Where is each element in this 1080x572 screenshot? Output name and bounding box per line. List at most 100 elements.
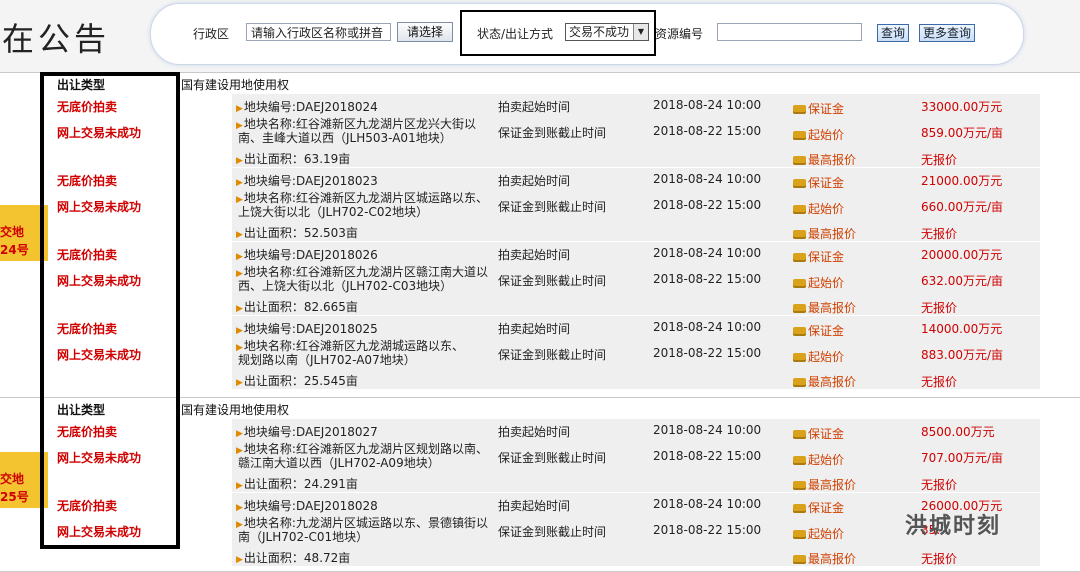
coin-icon xyxy=(793,230,806,239)
deposit-label-text: 保证金 xyxy=(808,324,845,338)
deposit-label-text: 保证金 xyxy=(808,501,845,515)
plot-name-line1: 地块名称:红谷滩新区九龙湖城运路以东、 xyxy=(243,339,464,353)
type-column-highlight-box xyxy=(40,72,180,549)
coin-icon xyxy=(793,378,806,387)
deposit-label: 保证金 xyxy=(793,425,844,442)
start-time-label: 拍卖起始时间 xyxy=(498,322,571,336)
plot-code-text: 地块编号:DAEJ2018024 xyxy=(243,100,378,114)
arrow-icon: ▶ xyxy=(236,178,243,188)
status-select[interactable]: 交易不成功 ▼ xyxy=(565,23,649,41)
plot-name-line2: 赣江南大道以西（JLH702-A09地块） xyxy=(238,456,440,470)
deadline-time: 2018-08-22 15:00 xyxy=(653,523,762,537)
start-time: 2018-08-24 10:00 xyxy=(653,172,762,186)
start-time-label: 拍卖起始时间 xyxy=(498,248,571,262)
row-divider xyxy=(232,389,1040,390)
plot-name-line1: 地块名称:红谷滩新区九龙湖片区城运路以东、 xyxy=(243,191,488,205)
plot-name-line2: 南、圭峰大道以西（JLH503-A01地块） xyxy=(238,131,452,145)
deposit-label: 保证金 xyxy=(793,499,844,516)
plot-name[interactable]: ▶地块名称:红谷滩新区九龙湖片区龙兴大街以 南、圭峰大道以西（JLH503-A01… xyxy=(236,118,476,144)
start-time: 2018-08-24 10:00 xyxy=(653,98,762,112)
max-bid-label-text: 最高报价 xyxy=(808,552,857,566)
deadline-label: 保证金到账截止时间 xyxy=(498,126,607,140)
deadline-time: 2018-08-22 15:00 xyxy=(653,346,762,360)
coin-icon xyxy=(793,179,806,188)
start-price-value: 707.00万元/亩 xyxy=(921,451,1004,465)
start-price-label: 起始价 xyxy=(793,451,844,468)
max-bid-label: 最高报价 xyxy=(793,550,856,567)
max-bid-label: 最高报价 xyxy=(793,151,856,168)
coin-icon xyxy=(793,279,806,288)
plot-code: ▶地块编号:DAEJ2018024 xyxy=(236,98,378,115)
start-price-value: 632.00万元/亩 xyxy=(921,274,1004,288)
deadline-label: 保证金到账截止时间 xyxy=(498,274,607,288)
plot-name-line1: 地块名称:九龙湖片区城运路以东、景德镇街以 xyxy=(243,516,488,530)
plot-name-line2: 上饶大街以北（JLH702-C02地块） xyxy=(238,205,429,219)
plot-area: ▶出让面积：63.19亩 xyxy=(236,150,350,167)
plot-area-text: 出让面积：52.503亩 xyxy=(243,226,358,240)
deposit-label-text: 保证金 xyxy=(808,102,845,116)
start-time-label: 拍卖起始时间 xyxy=(498,425,571,439)
start-price-label-text: 起始价 xyxy=(808,276,845,290)
watermark: 洪城时刻 xyxy=(905,514,1002,539)
plot-area-text: 出让面积：82.665亩 xyxy=(243,300,358,314)
plot-name[interactable]: ▶地块名称:九龙湖片区城运路以东、景德镇街以 南（JLH702-C01地块） xyxy=(236,517,488,543)
deposit-label: 保证金 xyxy=(793,100,844,117)
query-button[interactable]: 查询 xyxy=(877,24,909,42)
plot-code: ▶地块编号:DAEJ2018023 xyxy=(236,172,378,189)
select-region-button[interactable]: 请选择 xyxy=(397,22,453,42)
arrow-icon: ▶ xyxy=(236,195,243,205)
start-time-label: 拍卖起始时间 xyxy=(498,174,571,188)
max-bid-label-text: 最高报价 xyxy=(808,153,857,167)
deposit-value: 20000.00万元 xyxy=(921,248,1003,262)
deposit-label: 保证金 xyxy=(793,248,844,265)
plot-name-line2: 南（JLH702-C01地块） xyxy=(238,530,369,544)
deadline-time: 2018-08-22 15:00 xyxy=(653,198,762,212)
region-input[interactable]: 请输入行政区名称或拼音 xyxy=(246,23,391,41)
max-bid-label: 最高报价 xyxy=(793,225,856,242)
resource-label: 资源编号 xyxy=(655,27,704,41)
deposit-value: 14000.00万元 xyxy=(921,322,1003,336)
start-time-label: 拍卖起始时间 xyxy=(498,100,571,114)
coin-icon xyxy=(793,481,806,490)
deposit-label-text: 保证金 xyxy=(808,250,845,264)
coin-icon xyxy=(793,353,806,362)
deposit-label: 保证金 xyxy=(793,322,844,339)
max-bid-label-text: 最高报价 xyxy=(808,375,857,389)
deposit-value: 8500.00万元 xyxy=(921,425,995,439)
coin-icon xyxy=(793,555,806,564)
plot-area-text: 出让面积：25.545亩 xyxy=(243,374,358,388)
start-price-value: 883.00万元/亩 xyxy=(921,348,1004,362)
coin-icon xyxy=(793,327,806,336)
max-bid-value: 无报价 xyxy=(921,301,958,315)
plot-name[interactable]: ▶地块名称:红谷滩新区九龙湖城运路以东、 规划路以南（JLH702-A07地块） xyxy=(236,340,464,366)
plot-name[interactable]: ▶地块名称:红谷滩新区九龙湖片区规划路以南、 赣江南大道以西（JLH702-A09… xyxy=(236,443,488,469)
max-bid-label: 最高报价 xyxy=(793,476,856,493)
plot-area-text: 出让面积：63.19亩 xyxy=(243,152,351,166)
plot-code: ▶地块编号:DAEJ2018028 xyxy=(236,497,378,514)
plot-name-line1: 地块名称:红谷滩新区九龙湖片区赣江南大道以 xyxy=(243,265,488,279)
plot-area: ▶出让面积：82.665亩 xyxy=(236,298,358,315)
status-label: 状态/出让方式 xyxy=(477,27,554,41)
plot-name-line2: 西、上饶大街以北（JLH702-C03地块） xyxy=(238,279,453,293)
more-query-button[interactable]: 更多查询 xyxy=(919,24,975,42)
page-title: 在公告 xyxy=(2,20,111,58)
chevron-down-icon[interactable]: ▼ xyxy=(633,24,648,40)
plot-name[interactable]: ▶地块名称:红谷滩新区九龙湖片区城运路以东、 上饶大街以北（JLH702-C02地… xyxy=(236,192,488,218)
arrow-icon: ▶ xyxy=(236,481,243,491)
max-bid-label: 最高报价 xyxy=(793,299,856,316)
plot-name[interactable]: ▶地块名称:红谷滩新区九龙湖片区赣江南大道以 西、上饶大街以北（JLH702-C0… xyxy=(236,266,488,292)
plot-area: ▶出让面积：25.545亩 xyxy=(236,372,358,389)
start-price-label-text: 起始价 xyxy=(808,128,845,142)
deadline-time: 2018-08-22 15:00 xyxy=(653,449,762,463)
resource-input[interactable] xyxy=(717,23,862,41)
max-bid-label-text: 最高报价 xyxy=(808,478,857,492)
arrow-icon: ▶ xyxy=(236,230,243,240)
arrow-icon: ▶ xyxy=(236,503,243,513)
arrow-icon: ▶ xyxy=(236,104,243,114)
coin-icon xyxy=(793,430,806,439)
start-price-label: 起始价 xyxy=(793,126,844,143)
max-bid-value: 无报价 xyxy=(921,478,958,492)
deadline-label: 保证金到账截止时间 xyxy=(498,451,607,465)
plot-name-line2: 规划路以南（JLH702-A07地块） xyxy=(238,353,416,367)
coin-icon xyxy=(793,131,806,140)
